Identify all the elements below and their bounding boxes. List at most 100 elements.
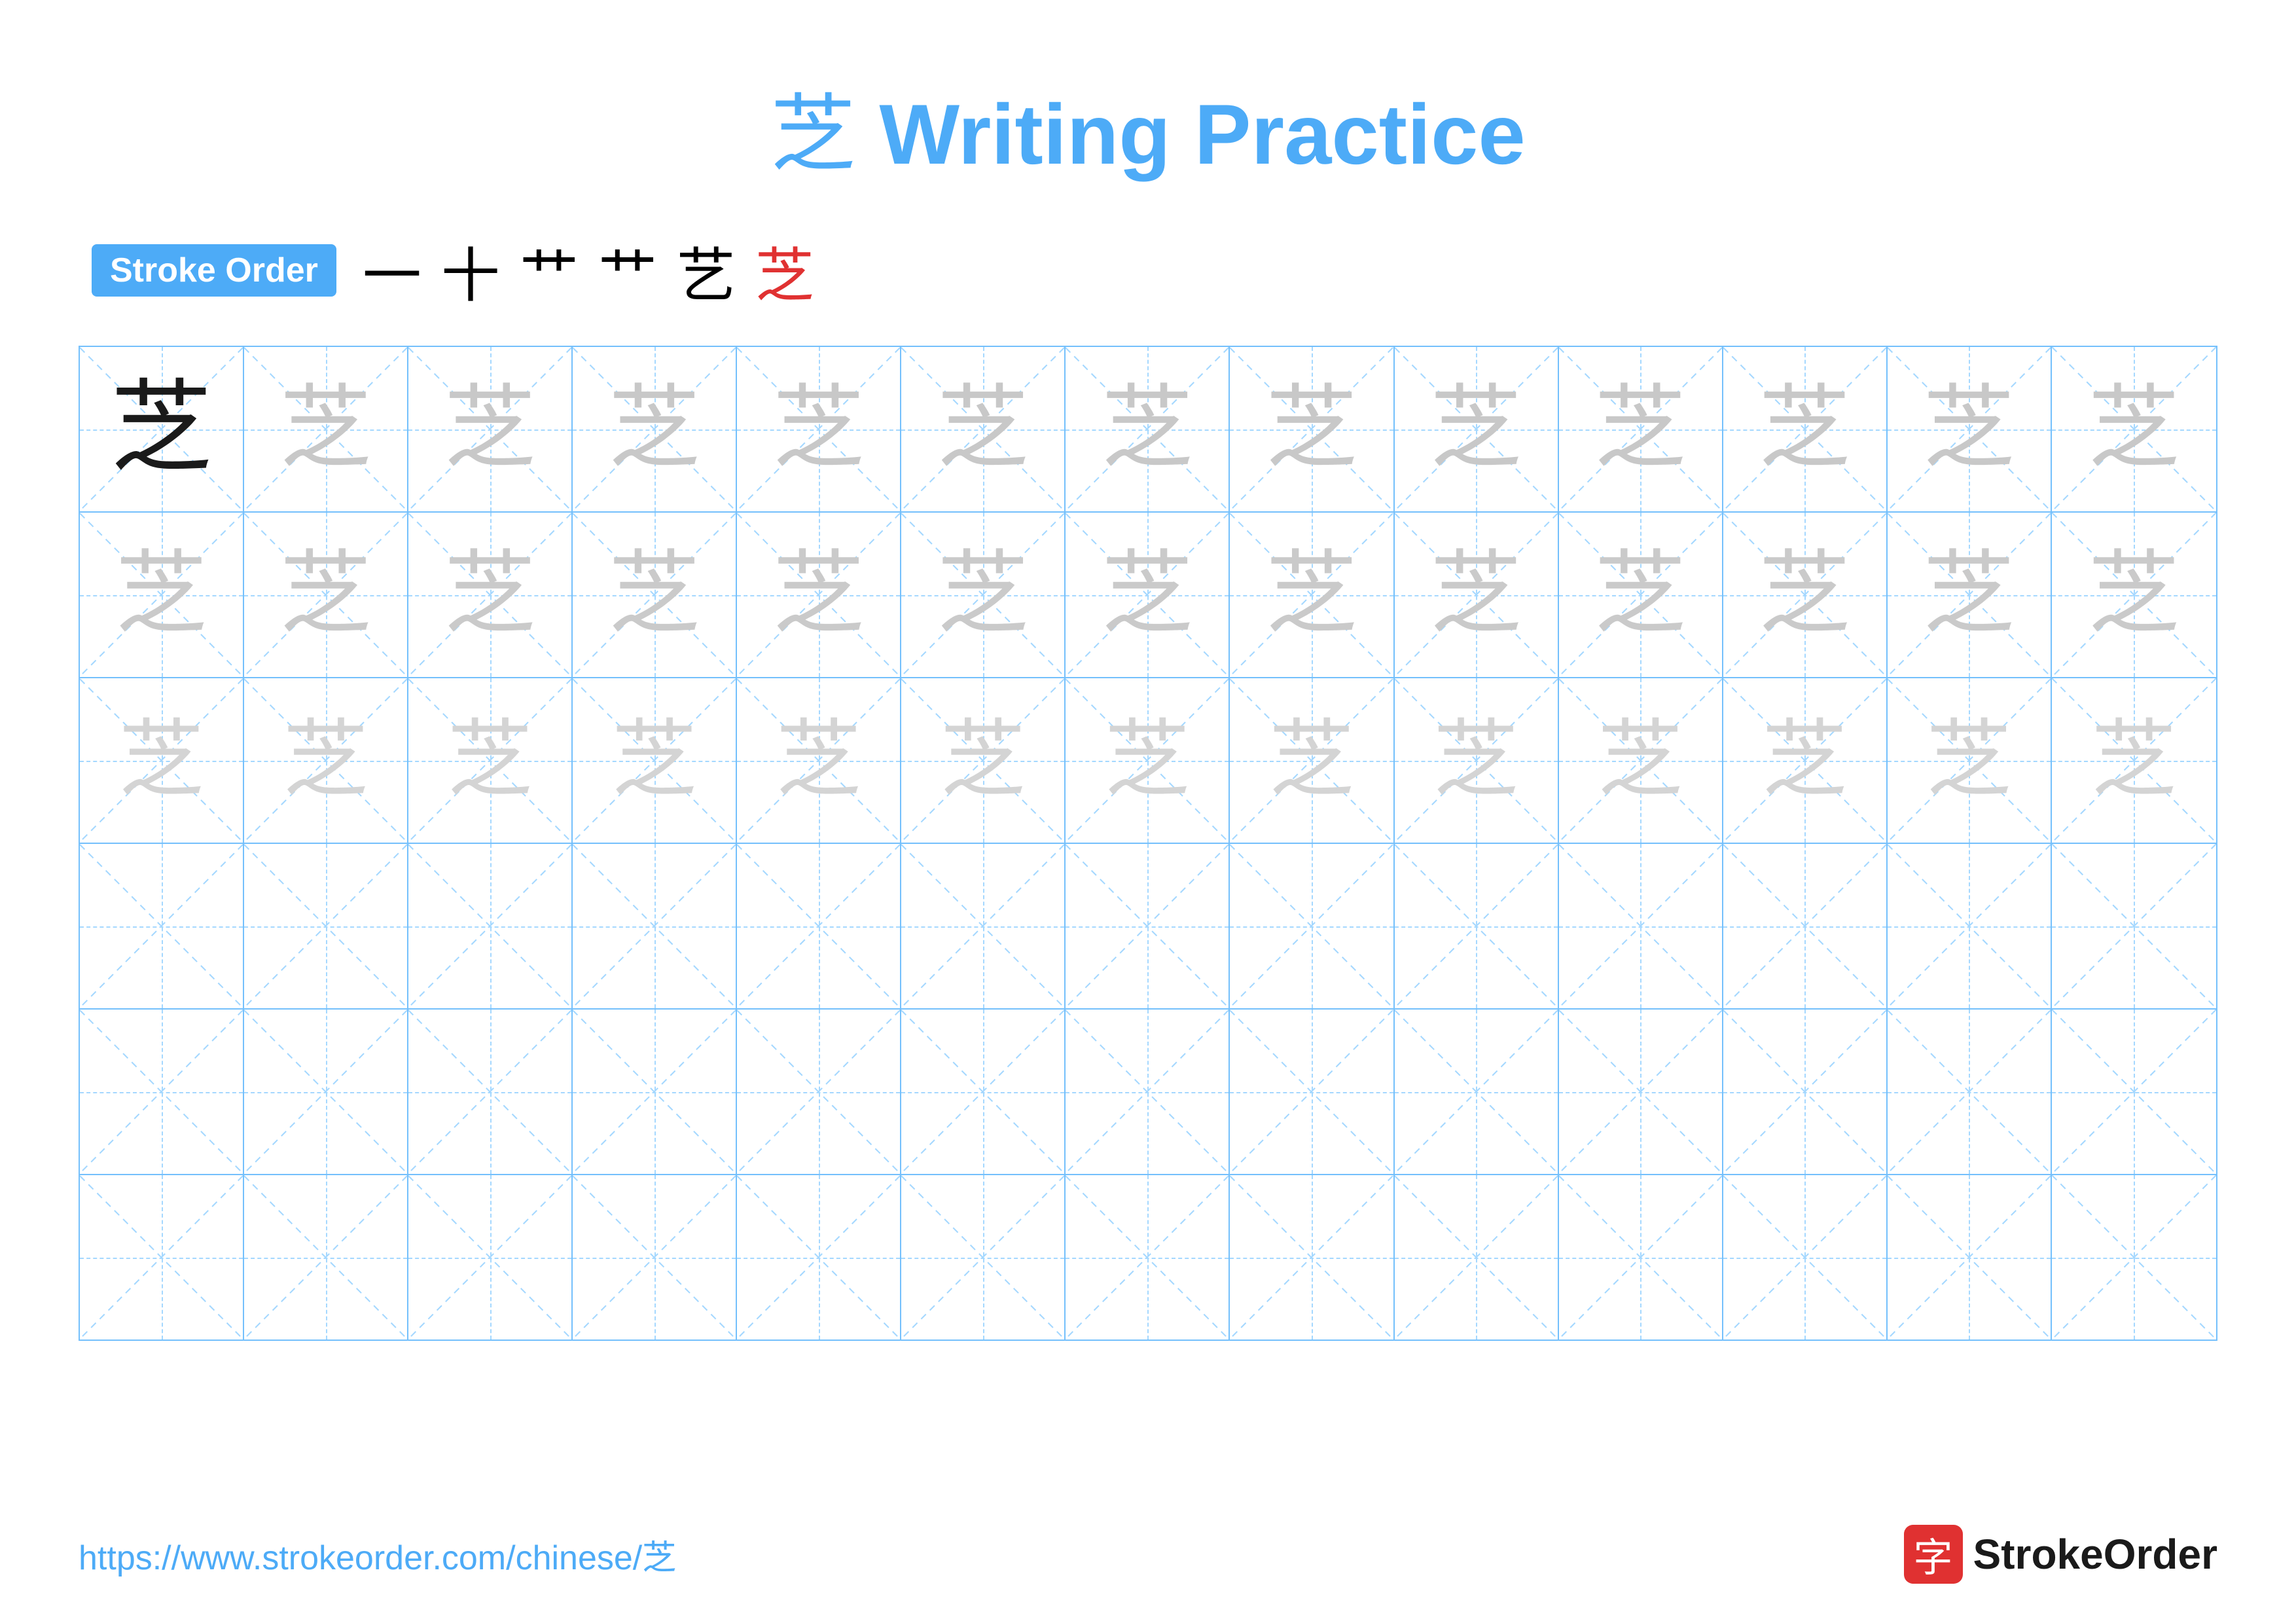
grid-cell-4-6[interactable]: [1066, 1010, 1230, 1174]
char-2-4: 芝: [776, 718, 861, 803]
char-0-5: 芝: [937, 384, 1029, 475]
grid-cell-5-1[interactable]: [244, 1175, 408, 1340]
char-1-6: 芝: [1102, 549, 1193, 641]
grid-cell-1-5[interactable]: 芝: [901, 513, 1066, 677]
grid-cell-2-9[interactable]: 芝: [1559, 678, 1723, 843]
grid-cell-4-0[interactable]: [80, 1010, 244, 1174]
grid-cell-0-6[interactable]: 芝: [1066, 347, 1230, 511]
grid-cell-3-11[interactable]: [1888, 844, 2052, 1008]
grid-cell-4-1[interactable]: [244, 1010, 408, 1174]
grid-cell-3-4[interactable]: [737, 844, 901, 1008]
grid-cell-1-2[interactable]: 芝: [408, 513, 573, 677]
grid-cell-1-7[interactable]: 芝: [1230, 513, 1394, 677]
grid-cell-4-2[interactable]: [408, 1010, 573, 1174]
grid-cell-0-12[interactable]: 芝: [2052, 347, 2216, 511]
char-0-0: 芝: [111, 378, 212, 480]
grid-cell-4-4[interactable]: [737, 1010, 901, 1174]
grid-cell-2-5[interactable]: 芝: [901, 678, 1066, 843]
grid-cell-2-0[interactable]: 芝: [80, 678, 244, 843]
grid-cell-5-5[interactable]: [901, 1175, 1066, 1340]
grid-cell-0-3[interactable]: 芝: [573, 347, 737, 511]
stroke-6: 芝: [755, 228, 814, 313]
grid-cell-3-12[interactable]: [2052, 844, 2216, 1008]
grid-cell-1-12[interactable]: 芝: [2052, 513, 2216, 677]
char-0-10: 芝: [1759, 384, 1850, 475]
grid-cell-2-4[interactable]: 芝: [737, 678, 901, 843]
grid-cell-4-3[interactable]: [573, 1010, 737, 1174]
grid-cell-2-1[interactable]: 芝: [244, 678, 408, 843]
grid-cell-5-10[interactable]: [1723, 1175, 1888, 1340]
grid-cell-3-5[interactable]: [901, 844, 1066, 1008]
char-2-2: 芝: [448, 718, 533, 803]
grid-cell-0-0[interactable]: 芝: [80, 347, 244, 511]
grid-cell-3-8[interactable]: [1395, 844, 1559, 1008]
grid-cell-5-3[interactable]: [573, 1175, 737, 1340]
grid-cell-3-2[interactable]: [408, 844, 573, 1008]
grid-cell-2-12[interactable]: 芝: [2052, 678, 2216, 843]
grid-cell-0-2[interactable]: 芝: [408, 347, 573, 511]
page: 芝 Writing Practice Stroke Order 一 十 艹 艹 …: [0, 0, 2296, 1623]
grid-cell-1-4[interactable]: 芝: [737, 513, 901, 677]
grid-cell-1-0[interactable]: 芝: [80, 513, 244, 677]
grid-cell-0-8[interactable]: 芝: [1395, 347, 1559, 511]
grid-cell-5-4[interactable]: [737, 1175, 901, 1340]
grid-row-2: 芝 芝 芝 芝 芝 芝 芝 芝 芝 芝: [80, 678, 2216, 844]
char-2-11: 芝: [1926, 718, 2011, 803]
grid-cell-5-12[interactable]: [2052, 1175, 2216, 1340]
grid-cell-2-11[interactable]: 芝: [1888, 678, 2052, 843]
grid-cell-2-3[interactable]: 芝: [573, 678, 737, 843]
grid-cell-5-2[interactable]: [408, 1175, 573, 1340]
grid-cell-4-8[interactable]: [1395, 1010, 1559, 1174]
grid-cell-5-8[interactable]: [1395, 1175, 1559, 1340]
grid-cell-5-0[interactable]: [80, 1175, 244, 1340]
grid-cell-5-6[interactable]: [1066, 1175, 1230, 1340]
grid-cell-4-9[interactable]: [1559, 1010, 1723, 1174]
grid-cell-4-7[interactable]: [1230, 1010, 1394, 1174]
grid-cell-4-12[interactable]: [2052, 1010, 2216, 1174]
grid-cell-0-11[interactable]: 芝: [1888, 347, 2052, 511]
char-1-10: 芝: [1759, 549, 1850, 641]
grid-cell-1-6[interactable]: 芝: [1066, 513, 1230, 677]
grid-cell-4-11[interactable]: [1888, 1010, 2052, 1174]
stroke-5: 艺: [677, 228, 736, 313]
grid-cell-1-11[interactable]: 芝: [1888, 513, 2052, 677]
stroke-4: 艹: [598, 228, 657, 313]
grid-cell-1-9[interactable]: 芝: [1559, 513, 1723, 677]
grid-cell-2-10[interactable]: 芝: [1723, 678, 1888, 843]
grid-cell-3-10[interactable]: [1723, 844, 1888, 1008]
grid-cell-5-9[interactable]: [1559, 1175, 1723, 1340]
grid-cell-3-9[interactable]: [1559, 844, 1723, 1008]
grid-cell-3-3[interactable]: [573, 844, 737, 1008]
char-2-0: 芝: [119, 718, 204, 803]
grid-cell-2-6[interactable]: 芝: [1066, 678, 1230, 843]
grid-cell-1-1[interactable]: 芝: [244, 513, 408, 677]
char-1-4: 芝: [773, 549, 865, 641]
grid-cell-0-7[interactable]: 芝: [1230, 347, 1394, 511]
grid-cell-5-11[interactable]: [1888, 1175, 2052, 1340]
grid-cell-1-8[interactable]: 芝: [1395, 513, 1559, 677]
char-1-2: 芝: [444, 549, 536, 641]
logo-text: StrokeOrder: [1973, 1530, 2217, 1578]
grid-cell-0-5[interactable]: 芝: [901, 347, 1066, 511]
grid-cell-4-5[interactable]: [901, 1010, 1066, 1174]
footer-url[interactable]: https://www.strokeorder.com/chinese/芝: [79, 1530, 676, 1579]
grid-cell-3-1[interactable]: [244, 844, 408, 1008]
grid-cell-3-7[interactable]: [1230, 844, 1394, 1008]
grid-cell-3-0[interactable]: [80, 844, 244, 1008]
stroke-order-chars: 一 十 艹 艹 艺 芝: [363, 228, 814, 313]
grid-cell-0-4[interactable]: 芝: [737, 347, 901, 511]
grid-cell-4-10[interactable]: [1723, 1010, 1888, 1174]
grid-row-0: 芝 芝 芝 芝 芝 芝 芝 芝 芝 芝: [80, 347, 2216, 513]
grid-cell-2-2[interactable]: 芝: [408, 678, 573, 843]
char-2-5: 芝: [941, 718, 1026, 803]
grid-cell-2-8[interactable]: 芝: [1395, 678, 1559, 843]
grid-cell-1-10[interactable]: 芝: [1723, 513, 1888, 677]
grid-cell-0-1[interactable]: 芝: [244, 347, 408, 511]
grid-cell-2-7[interactable]: 芝: [1230, 678, 1394, 843]
grid-cell-0-10[interactable]: 芝: [1723, 347, 1888, 511]
grid-cell-5-7[interactable]: [1230, 1175, 1394, 1340]
grid-cell-3-6[interactable]: [1066, 844, 1230, 1008]
grid-cell-0-9[interactable]: 芝: [1559, 347, 1723, 511]
footer-logo: 字 StrokeOrder: [1904, 1525, 2217, 1584]
grid-cell-1-3[interactable]: 芝: [573, 513, 737, 677]
